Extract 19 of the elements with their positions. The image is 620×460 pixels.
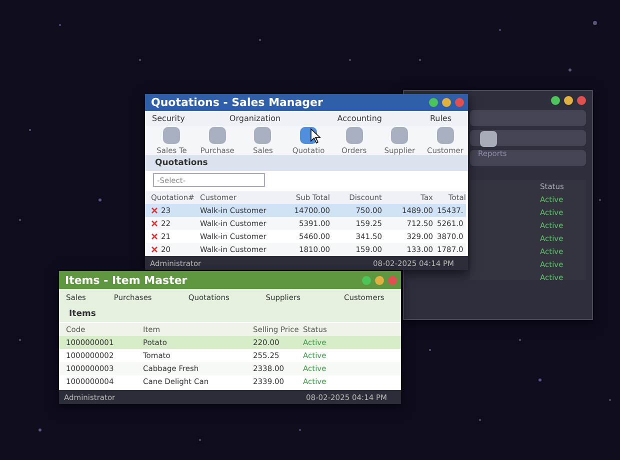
section-title: Quotations: [145, 155, 468, 172]
delete-icon[interactable]: [151, 233, 158, 240]
close-button[interactable]: [577, 96, 586, 104]
window-title: Items - Item Master: [65, 274, 188, 286]
delete-icon[interactable]: [151, 207, 158, 214]
menu-item[interactable]: Security: [145, 114, 222, 123]
menu-item[interactable]: Accounting: [330, 114, 423, 123]
window-title: Quotations - Sales Manager: [151, 96, 323, 109]
maximize-button[interactable]: [551, 96, 560, 104]
cursor-icon: [310, 128, 321, 144]
maximize-button[interactable]: [429, 98, 438, 107]
module-icon[interactable]: [480, 131, 497, 147]
menu-item[interactable]: Rules: [422, 114, 468, 123]
delete-icon[interactable]: [151, 246, 158, 254]
delete-icon[interactable]: [151, 220, 158, 228]
minimize-button[interactable]: [564, 96, 573, 104]
menu-item[interactable]: Organization: [222, 114, 330, 123]
section-title: Items: [59, 306, 401, 322]
minimize-button[interactable]: [442, 98, 451, 107]
